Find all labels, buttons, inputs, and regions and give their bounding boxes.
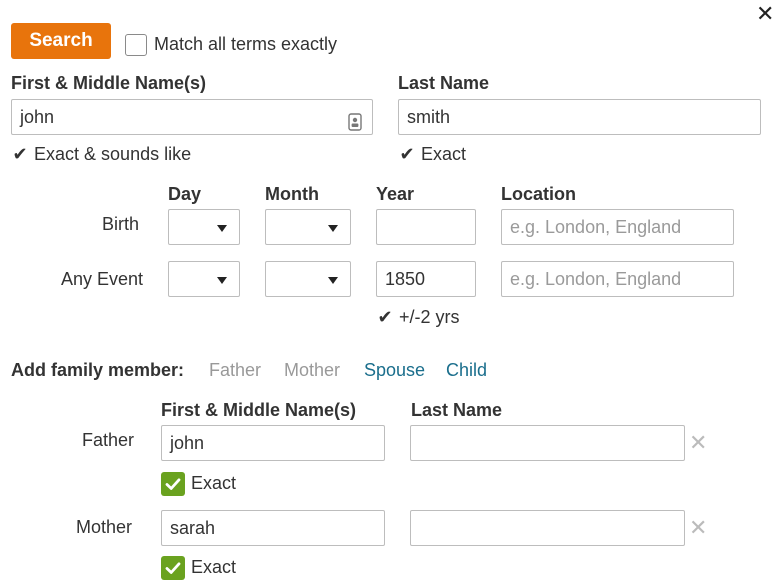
last-name-option[interactable]: ✔ Exact [398,144,466,165]
first-name-option-label: Exact & sounds like [34,144,192,164]
year-range-label: +/-2 yrs [399,307,460,327]
checkmark-icon [165,478,181,490]
match-exact-label: Match all terms exactly [154,34,338,54]
last-name-value: smith [407,107,451,127]
mother-exact-checkbox[interactable] [161,556,185,580]
mother-first-name-input[interactable]: sarah [161,510,385,546]
father-exact-label: Exact [191,473,237,493]
first-name-label: First & Middle Name(s) [11,73,207,93]
birth-month-select[interactable] [265,209,351,245]
birth-location-placeholder: e.g. London, England [510,217,682,237]
first-name-value: john [20,107,55,127]
add-child-link[interactable]: Child [446,360,487,381]
mother-label: Mother [76,517,133,537]
any-event-year-input[interactable]: 1850 [376,261,476,297]
father-last-name-input[interactable] [410,425,685,461]
remove-father-icon[interactable]: ✕ [689,432,707,454]
any-event-year-value: 1850 [385,269,426,289]
father-label: Father [82,430,135,450]
close-icon[interactable]: ✕ [756,2,774,26]
add-mother-link[interactable]: Mother [284,360,340,381]
add-family-label: Add family member: [11,360,185,380]
first-name-option[interactable]: ✔ Exact & sounds like [11,144,191,165]
mother-exact-label: Exact [191,557,237,577]
add-father-link[interactable]: Father [209,360,261,381]
location-column-label: Location [501,184,576,204]
caret-down-icon [328,277,338,284]
contact-card-icon[interactable] [348,108,362,142]
first-name-input[interactable]: john [11,99,373,135]
birth-label: Birth [102,214,140,234]
year-range-option[interactable]: ✔ +/-2 yrs [376,307,460,328]
any-event-day-select[interactable] [168,261,240,297]
checkmark-icon [165,562,181,574]
last-name-input[interactable]: smith [398,99,761,135]
any-event-location-input[interactable]: e.g. London, England [501,261,734,297]
checkmark-icon: ✔ [377,307,393,327]
mother-first-name-value: sarah [170,518,216,538]
day-column-label: Day [168,184,202,204]
father-first-name-input[interactable]: john [161,425,385,461]
mother-last-name-input[interactable] [410,510,685,546]
search-button[interactable]: Search [11,23,111,59]
caret-down-icon [217,225,227,232]
family-first-name-label: First & Middle Name(s) [161,400,357,420]
month-column-label: Month [265,184,319,204]
any-event-location-placeholder: e.g. London, England [510,269,682,289]
checkmark-icon: ✔ [399,144,415,164]
birth-location-input[interactable]: e.g. London, England [501,209,734,245]
family-last-name-label: Last Name [411,400,503,420]
father-exact-checkbox[interactable] [161,472,185,496]
checkmark-icon: ✔ [12,144,28,164]
any-event-month-select[interactable] [265,261,351,297]
year-column-label: Year [376,184,415,204]
match-exact-checkbox[interactable] [125,34,147,56]
caret-down-icon [217,277,227,284]
birth-year-input[interactable] [376,209,476,245]
add-spouse-link[interactable]: Spouse [364,360,425,381]
any-event-label: Any Event [61,269,144,289]
caret-down-icon [328,225,338,232]
last-name-option-label: Exact [421,144,467,164]
birth-day-select[interactable] [168,209,240,245]
remove-mother-icon[interactable]: ✕ [689,517,707,539]
last-name-label: Last Name [398,73,490,93]
father-first-name-value: john [170,433,205,453]
